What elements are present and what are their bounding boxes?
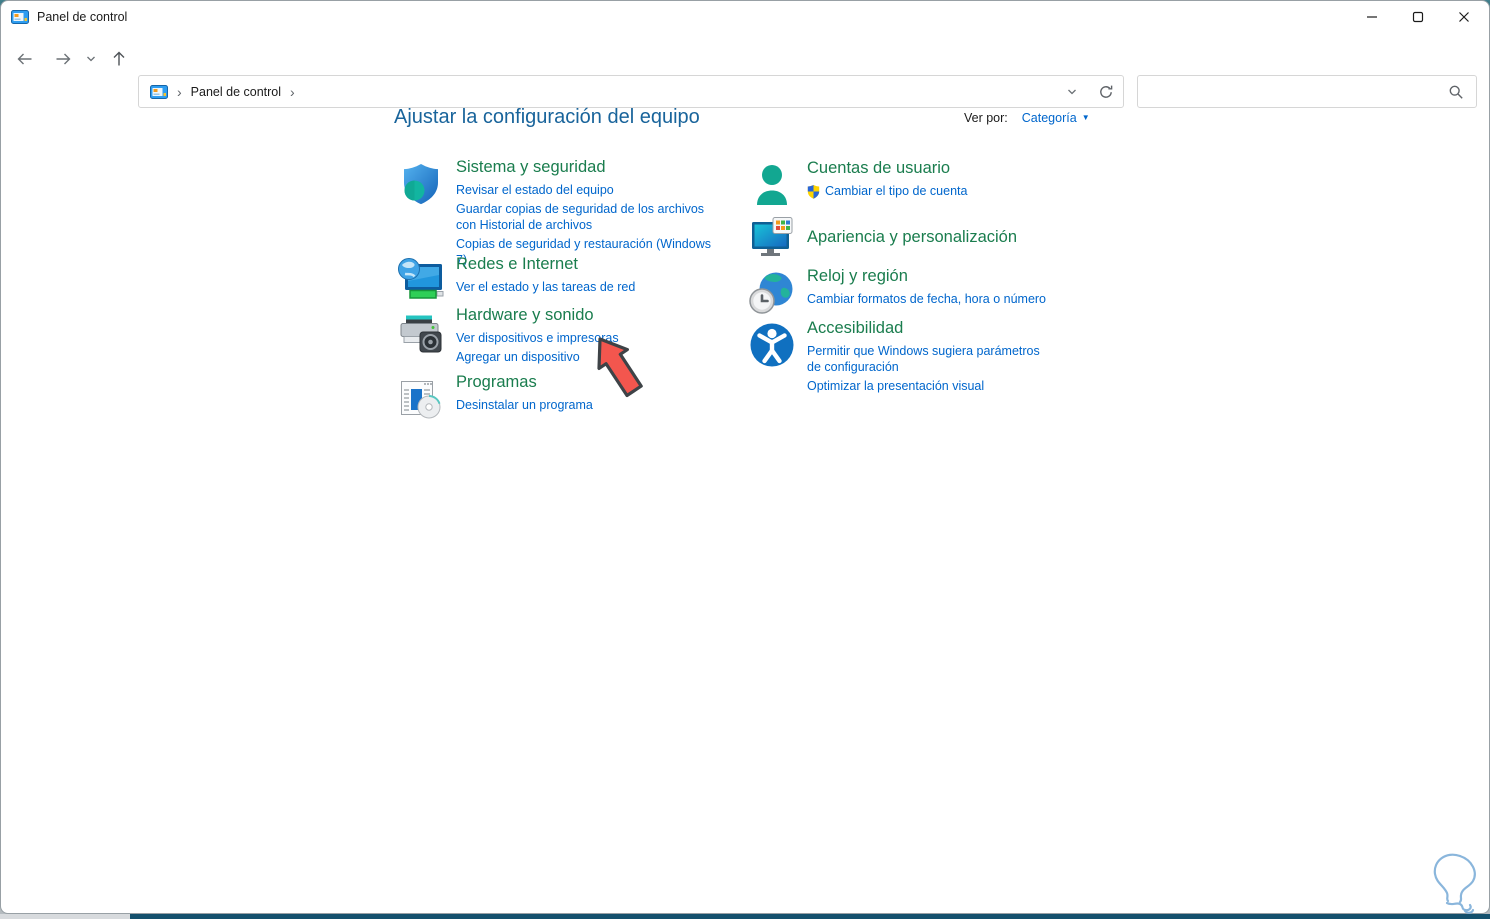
category-link[interactable]: Optimizar la presentación visual [807,378,1055,394]
forward-button[interactable] [47,43,79,75]
category-title-clock-region[interactable]: Reloj y región [807,266,1055,287]
category-link[interactable]: Ver dispositivos e impresoras [456,330,718,346]
category-clock-region: Reloj y región Cambiar formatos de fecha,… [749,266,1055,316]
network-icon[interactable] [398,258,444,304]
search-box[interactable] [1137,75,1477,108]
appearance-icon[interactable] [749,214,795,260]
maximize-button[interactable] [1395,1,1441,33]
category-link[interactable]: Revisar el estado del equipo [456,182,718,198]
control-panel-icon [11,10,29,24]
page-title: Ajustar la configuración del equipo [394,106,700,128]
category-title-accessibility[interactable]: Accesibilidad [807,318,1055,339]
recent-locations-chevron-icon[interactable] [79,43,103,75]
category-system-security: Sistema y seguridad Revisar el estado del… [398,157,718,268]
desktop-edge [0,914,1490,919]
category-title-programs[interactable]: Programas [456,372,718,393]
category-user-accounts: Cuentas de usuario Cambiar el tipo de cu… [749,158,1055,208]
back-button[interactable] [9,43,41,75]
control-panel-icon [150,84,168,99]
address-bar[interactable]: › Panel de control › [138,75,1124,108]
category-link[interactable]: Guardar copias de seguridad de los archi… [456,201,718,233]
printer-icon[interactable] [398,309,444,355]
address-dropdown-chevron-icon[interactable] [1055,87,1089,97]
navigation-toolbar: › Panel de control › [1,33,1489,108]
category-title-user-accounts[interactable]: Cuentas de usuario [807,158,1055,179]
user-icon[interactable] [749,162,795,208]
category-link[interactable]: Ver el estado y las tareas de red [456,279,718,295]
category-link[interactable]: Desinstalar un programa [456,397,718,413]
view-by-dropdown[interactable]: Categoría ▼ [1022,111,1090,125]
chevron-down-icon: ▼ [1081,113,1090,122]
breadcrumb-chevron-icon[interactable]: › [177,85,182,99]
accessibility-icon[interactable] [749,322,795,368]
category-hardware-sound: Hardware y sonido Ver dispositivos e impr… [398,305,718,365]
category-programs: Programas Desinstalar un programa [398,372,718,422]
minimize-button[interactable] [1349,1,1395,33]
shield-icon[interactable] [398,161,444,207]
search-icon[interactable] [1448,84,1464,100]
control-panel-window: Panel de control › Panel de control › Aj… [0,0,1490,914]
category-accessibility: Accesibilidad Permitir que Windows sugier… [749,318,1055,394]
uac-shield-icon [807,183,820,203]
category-title-appearance-personalization[interactable]: Apariencia y personalización [807,227,1055,248]
annotation-arrow [594,334,650,405]
category-appearance-personalization: Apariencia y personalización [749,214,1055,260]
title-bar[interactable]: Panel de control [1,1,1489,33]
category-link[interactable]: Cambiar el tipo de cuenta [807,183,1055,203]
category-network-internet: Redes e Internet Ver el estado y las tare… [398,254,718,304]
up-button[interactable] [103,43,135,75]
window-title: Panel de control [37,10,128,24]
refresh-icon[interactable] [1089,84,1123,100]
category-link[interactable]: Agregar un dispositivo [456,349,718,365]
breadcrumb-chevron-icon[interactable]: › [290,85,295,99]
clock-globe-icon[interactable] [749,270,795,316]
category-link[interactable]: Cambiar formatos de fecha, hora o número [807,291,1055,307]
view-by-label: Ver por: [964,111,1008,125]
lightbulb-watermark-icon [1429,853,1485,919]
close-button[interactable] [1441,1,1487,33]
category-title-system-security[interactable]: Sistema y seguridad [456,157,718,178]
breadcrumb-root[interactable]: Panel de control [191,85,281,99]
programs-icon[interactable] [398,376,444,422]
desktop-edge-left [0,914,130,919]
search-input[interactable] [1138,76,1448,107]
category-link[interactable]: Permitir que Windows sugiera parámetros … [807,343,1055,375]
category-title-hardware-sound[interactable]: Hardware y sonido [456,305,718,326]
category-title-network-internet[interactable]: Redes e Internet [456,254,718,275]
